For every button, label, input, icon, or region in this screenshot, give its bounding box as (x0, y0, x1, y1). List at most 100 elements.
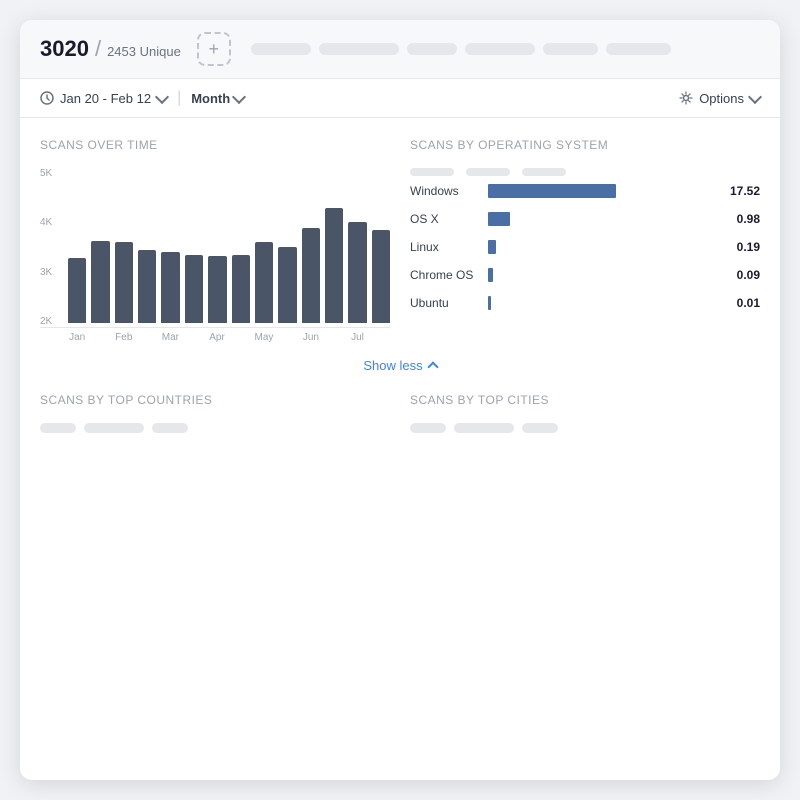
scans-over-time-section: Scans Over Time 5K 4K 3K 2K Jan Feb Mar Apr… (40, 138, 390, 343)
os-bar (488, 268, 493, 282)
bottom-tables-row: Scans by Top Countries Scans by Top Citi… (40, 389, 760, 443)
os-legend-3 (522, 168, 566, 176)
header-pill-4 (465, 43, 535, 55)
options-button[interactable]: Options (679, 91, 760, 106)
os-row: Windows 17.52 (410, 184, 760, 198)
bar-item (91, 241, 109, 323)
countries-title: Scans by Top Countries (40, 393, 390, 407)
y-label-3k: 3K (40, 267, 52, 278)
os-chart: Windows 17.52 OS X 0.98 Linux 0.19 Chrome OS 0.… (410, 184, 760, 310)
bar-item (302, 228, 320, 323)
header-pill-1 (251, 43, 311, 55)
x-label-item (372, 332, 390, 343)
x-label-item: Jun (302, 332, 320, 343)
bar-item (372, 230, 390, 323)
os-row: Ubuntu 0.01 (410, 296, 760, 310)
os-bar-wrap (488, 184, 716, 198)
x-label-item: Mar (161, 332, 179, 343)
os-value: 0.98 (724, 212, 760, 226)
unique-scans: 2453 Unique (107, 44, 181, 59)
cities-col-header-3 (522, 423, 558, 433)
y-axis-labels: 5K 4K 3K 2K (40, 168, 52, 327)
bar-item (138, 250, 156, 323)
os-name: Chrome OS (410, 268, 480, 282)
x-label-item (278, 332, 296, 343)
bar-item (278, 247, 296, 323)
os-name: Windows (410, 184, 480, 198)
os-value: 0.09 (724, 268, 760, 282)
bar-item (348, 222, 366, 323)
x-label-item (91, 332, 109, 343)
bar-item (232, 255, 250, 323)
scans-by-os-title: Scans by Operating System (410, 138, 760, 152)
os-bar (488, 184, 616, 198)
cities-header (410, 423, 760, 433)
scans-by-os-section: Scans by Operating System Windows 17.52 OS… (410, 138, 760, 343)
separator: | (177, 89, 181, 107)
os-legend (410, 168, 760, 176)
bar-item (68, 258, 86, 323)
os-value: 0.19 (724, 240, 760, 254)
total-scans: 3020 (40, 36, 89, 62)
period-selector[interactable]: Month (191, 91, 244, 106)
chevron-up-icon (427, 361, 438, 372)
add-button[interactable]: + (197, 32, 231, 66)
os-bar-wrap (488, 212, 716, 226)
header-pills (251, 43, 760, 55)
period-label: Month (191, 91, 230, 106)
period-chevron-icon (232, 89, 246, 103)
os-bar (488, 240, 496, 254)
app-wrapper: 3020 / 2453 Unique + Jan 20 - Feb 12 | M… (20, 20, 780, 780)
x-label-item: Apr (208, 332, 226, 343)
show-less-label: Show less (363, 358, 422, 373)
os-value: 17.52 (724, 184, 760, 198)
gear-icon (679, 91, 693, 105)
x-label-item: Jan (68, 332, 86, 343)
x-label-item: May (255, 332, 274, 343)
y-label-4k: 4K (40, 217, 52, 228)
options-chevron-icon (748, 89, 762, 103)
top-charts-row: Scans Over Time 5K 4K 3K 2K Jan Feb Mar Apr… (40, 138, 760, 343)
y-label-2k: 2K (40, 316, 52, 327)
os-name: Linux (410, 240, 480, 254)
countries-header (40, 423, 390, 433)
header-pill-3 (407, 43, 457, 55)
countries-section: Scans by Top Countries (40, 393, 390, 443)
os-row: OS X 0.98 (410, 212, 760, 226)
os-bar-wrap (488, 296, 716, 310)
header-stat: 3020 / 2453 Unique (40, 36, 181, 62)
options-label: Options (699, 91, 744, 106)
slash: / (95, 36, 101, 62)
date-range-picker[interactable]: Jan 20 - Feb 12 (40, 91, 167, 106)
bar-item (255, 242, 273, 323)
header-pill-6 (606, 43, 671, 55)
cities-section: Scans by Top Cities (410, 393, 760, 443)
main-content: Scans Over Time 5K 4K 3K 2K Jan Feb Mar Apr… (20, 118, 780, 780)
os-value: 0.01 (724, 296, 760, 310)
bar-item (161, 252, 179, 323)
x-label-item (231, 332, 249, 343)
scans-over-time-title: Scans Over Time (40, 138, 390, 152)
os-name: OS X (410, 212, 480, 226)
cities-title: Scans by Top Cities (410, 393, 760, 407)
bar-chart: 5K 4K 3K 2K (40, 168, 390, 328)
bar-item (115, 242, 133, 323)
header-pill-5 (543, 43, 598, 55)
cities-col-header-1 (410, 423, 446, 433)
x-axis-labels: Jan Feb Mar Apr May Jun Jul (68, 332, 390, 343)
os-bar (488, 212, 510, 226)
x-label-item: Jul (348, 332, 366, 343)
x-label-item (185, 332, 203, 343)
x-label-item: Feb (115, 332, 133, 343)
countries-col-header-3 (152, 423, 188, 433)
countries-col-header-1 (40, 423, 76, 433)
date-range-label: Jan 20 - Feb 12 (60, 91, 151, 106)
x-label-item (325, 332, 343, 343)
cities-col-header-2 (454, 423, 514, 433)
show-less-button[interactable]: Show less (363, 358, 436, 373)
toolbar: Jan 20 - Feb 12 | Month Options (20, 79, 780, 118)
os-bar-wrap (488, 268, 716, 282)
y-label-5k: 5K (40, 168, 52, 179)
clock-icon (40, 91, 54, 105)
os-name: Ubuntu (410, 296, 480, 310)
